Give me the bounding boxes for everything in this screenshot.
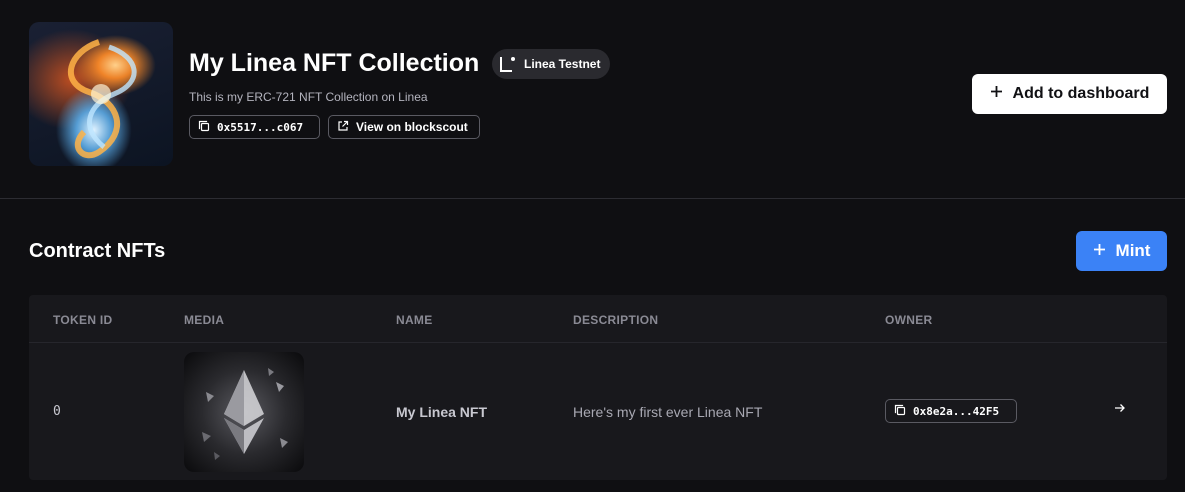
- explorer-link-label: View on blockscout: [356, 120, 468, 134]
- nft-description: Here's my first ever Linea NFT: [573, 404, 763, 420]
- copy-icon: [198, 120, 210, 135]
- section-divider: [0, 198, 1185, 199]
- column-header-name: NAME: [396, 313, 433, 327]
- page-title: My Linea NFT Collection: [189, 49, 480, 77]
- contract-description: This is my ERC-721 NFT Collection on Lin…: [189, 90, 428, 104]
- nft-media-image: [184, 352, 304, 472]
- add-to-dashboard-button[interactable]: Add to dashboard: [972, 74, 1167, 114]
- owner-address-copy-button[interactable]: 0x8e2a...42F5: [885, 399, 1017, 423]
- owner-address: 0x8e2a...42F5: [913, 404, 1000, 418]
- column-header-media: MEDIA: [184, 313, 225, 327]
- token-id: 0: [53, 404, 61, 419]
- add-to-dashboard-label: Add to dashboard: [1012, 85, 1150, 102]
- table-row[interactable]: 0 My Linea NFT Here's my first ever Line…: [29, 344, 1167, 480]
- table-header: TOKEN ID MEDIA NAME DESCRIPTION OWNER: [29, 295, 1167, 343]
- mint-button[interactable]: Mint: [1076, 231, 1167, 271]
- linea-logo-icon: [500, 56, 516, 72]
- column-header-description: DESCRIPTION: [573, 313, 659, 327]
- nfts-table: TOKEN ID MEDIA NAME DESCRIPTION OWNER 0 …: [29, 295, 1167, 480]
- view-on-blockscout-link[interactable]: View on blockscout: [328, 115, 480, 139]
- section-title: Contract NFTs: [29, 240, 166, 262]
- plus-icon: [1093, 241, 1106, 261]
- nft-name: My Linea NFT: [396, 404, 488, 420]
- collection-cover-image: [29, 22, 173, 166]
- network-badge-label: Linea Testnet: [524, 57, 601, 71]
- external-link-icon: [337, 120, 349, 135]
- copy-icon: [894, 404, 906, 419]
- contract-header: My Linea NFT Collection Linea Testnet Th…: [0, 0, 1185, 198]
- arrow-right-icon[interactable]: [1112, 400, 1128, 416]
- network-badge: Linea Testnet: [492, 49, 611, 79]
- contract-address: 0x5517...c067: [217, 120, 304, 134]
- column-header-token-id: TOKEN ID: [53, 313, 113, 327]
- plus-icon: [990, 85, 1003, 103]
- mint-label: Mint: [1115, 241, 1151, 260]
- column-header-owner: OWNER: [885, 313, 933, 327]
- contract-address-copy-button[interactable]: 0x5517...c067: [189, 115, 320, 139]
